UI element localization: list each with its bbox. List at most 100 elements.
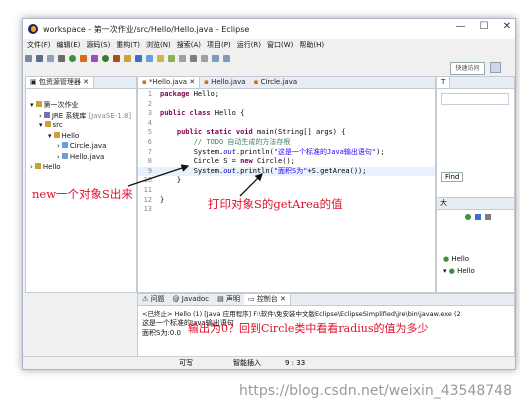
next-annotation-icon[interactable] xyxy=(190,55,197,62)
code-line[interactable]: 8 Circle S = new Circle(); xyxy=(138,157,435,166)
tree-item-2[interactable]: ▾ src xyxy=(39,121,63,129)
status-writable: 可写 xyxy=(179,359,193,367)
code-line[interactable]: 6 // TODO 自动生成的方法存根 xyxy=(138,138,435,147)
tree-item-label: src xyxy=(52,121,63,129)
open-folder-icon[interactable] xyxy=(157,55,164,62)
code-token: Hello { xyxy=(214,109,245,118)
code-line[interactable]: 7 System.out.println("这是一个标准的Java输出语句"); xyxy=(138,148,435,157)
collapsed-arrow-icon[interactable]: › xyxy=(39,112,42,120)
library-icon xyxy=(43,111,50,118)
menu-window[interactable]: 窗口(W) xyxy=(267,40,293,50)
code-line[interactable]: 9 System.out.println("面积S为"+S.getArea())… xyxy=(138,166,435,176)
save-all-icon[interactable] xyxy=(47,55,54,62)
task-filter-input[interactable] xyxy=(441,93,509,105)
collapsed-arrow-icon[interactable]: › xyxy=(30,163,33,171)
line-number: 12 xyxy=(143,195,152,204)
tree-item-label: Circle.java xyxy=(69,142,107,150)
status-cursor-position: 9 : 33 xyxy=(285,359,306,367)
open-type-icon[interactable] xyxy=(146,55,153,62)
back-icon[interactable] xyxy=(212,55,219,62)
collapsed-arrow-icon[interactable]: › xyxy=(57,142,60,150)
menu-refactor[interactable]: 重构(T) xyxy=(116,40,140,50)
tree-item-4[interactable]: › Circle.java xyxy=(57,142,106,150)
code-token: .println( xyxy=(235,166,274,175)
previous-annotation-icon[interactable] xyxy=(201,55,208,62)
find-button[interactable]: Find xyxy=(441,172,464,182)
tab-outline[interactable]: 大 xyxy=(437,197,514,210)
code-line[interactable]: 5 public static void main(String[] args)… xyxy=(138,128,435,137)
tab-javadoc[interactable]: @ Javadoc xyxy=(169,294,214,305)
debug-icon[interactable] xyxy=(69,55,76,62)
run-icon[interactable] xyxy=(102,55,109,62)
code-line[interactable]: 3 public class Hello { xyxy=(138,109,435,118)
code-token: +S.getArea()); xyxy=(307,166,367,175)
minimize-button[interactable]: — xyxy=(456,21,466,32)
tab-problems[interactable]: ⚠ 问题 xyxy=(138,294,169,305)
tab-hello-java[interactable]: ▪ Hello.java xyxy=(200,77,250,88)
close-button[interactable]: ✕ xyxy=(503,21,511,32)
tree-item-6[interactable]: › Hello xyxy=(30,163,61,171)
new-class-icon[interactable] xyxy=(135,55,142,62)
menu-project[interactable]: 项目(P) xyxy=(207,40,231,50)
tree-item-5[interactable]: › Hello.java xyxy=(57,152,104,161)
menu-search[interactable]: 搜索(A) xyxy=(177,40,201,50)
console-tabstrip: ⚠ 问题 @ Javadoc ▤ 声明 ▭ 控制台 ✕ xyxy=(138,294,514,306)
perspective-java-icon[interactable] xyxy=(490,62,501,73)
line-number: 9 xyxy=(147,166,152,175)
code-line[interactable]: 4 xyxy=(138,119,435,128)
tree-item-0[interactable]: ▾ 第一次作业 xyxy=(30,100,79,110)
tab-declaration[interactable]: ▤ 声明 xyxy=(213,294,244,305)
code-line[interactable]: 2 xyxy=(138,100,435,109)
code-token: public static void xyxy=(160,128,257,137)
tree-item-1[interactable]: › JRE 系统库 [JavaSE-1.8] xyxy=(39,111,131,121)
tab-hello-java-dirty[interactable]: ▪ *Hello.java ✕ xyxy=(138,77,201,88)
outline-filter-icon[interactable] xyxy=(475,214,481,220)
coverage-icon[interactable] xyxy=(91,55,98,62)
menu-source[interactable]: 源码(S) xyxy=(86,40,110,50)
menu-edit[interactable]: 编辑(E) xyxy=(57,40,81,50)
menu-navigate[interactable]: 浏览(N) xyxy=(146,40,171,50)
project-icon xyxy=(34,163,41,169)
package-explorer-tabstrip: ▣ 包资源管理器 ✕ xyxy=(26,77,136,89)
code-token: } xyxy=(160,176,182,185)
code-line[interactable]: 10 } xyxy=(138,176,435,185)
new-package-icon[interactable] xyxy=(124,55,131,62)
line-number: 6 xyxy=(147,138,152,146)
package-explorer-tab[interactable]: ▣ 包资源管理器 ✕ xyxy=(26,77,94,88)
search-icon[interactable] xyxy=(168,55,175,62)
code-area[interactable]: 1 package Hello; 2 3 public class Hello {4 5 … xyxy=(138,90,435,292)
tab-task-list[interactable]: T xyxy=(437,77,451,88)
new-file-icon[interactable] xyxy=(25,55,32,62)
outline-item[interactable]: ● Hello xyxy=(443,255,469,263)
tree-item-3[interactable]: ▾ Hello xyxy=(48,131,79,140)
outline-hide-fields-icon[interactable] xyxy=(485,214,491,220)
menu-run[interactable]: 运行(R) xyxy=(237,40,261,50)
expanded-arrow-icon[interactable]: ▾ xyxy=(39,121,43,129)
expanded-arrow-icon[interactable]: ▾ xyxy=(30,101,34,109)
tab-circle-java[interactable]: ▪ Circle.java xyxy=(250,77,302,88)
tab-console[interactable]: ▭ 控制台 ✕ xyxy=(243,294,291,305)
maximize-button[interactable]: ☐ xyxy=(480,21,489,32)
menu-bar: 文件(F) 编辑(E) 源码(S) 重构(T) 浏览(N) 搜索(A) 项目(P… xyxy=(23,39,515,51)
code-line[interactable]: 1 package Hello; xyxy=(138,90,435,99)
java-file-icon xyxy=(61,142,68,148)
code-token: Hello; xyxy=(193,90,220,98)
breakpoint-icon[interactable] xyxy=(80,55,87,62)
quick-access-field[interactable]: 快速访问 xyxy=(450,62,485,75)
print-icon[interactable] xyxy=(58,55,65,62)
code-token: main(String[] args) { xyxy=(256,128,346,137)
code-line[interactable]: 11 xyxy=(138,186,435,195)
outline-item[interactable]: ▾ ● Hello xyxy=(443,267,475,275)
collapsed-arrow-icon[interactable]: › xyxy=(57,153,60,161)
forward-icon[interactable] xyxy=(223,55,230,62)
menu-file[interactable]: 文件(F) xyxy=(27,40,51,50)
pin-editor-icon[interactable] xyxy=(179,55,186,62)
menu-help[interactable]: 帮助(H) xyxy=(299,40,324,50)
save-icon[interactable] xyxy=(36,55,43,62)
code-token: ); xyxy=(376,147,385,156)
code-token: out xyxy=(223,166,236,175)
external-tools-icon[interactable] xyxy=(113,55,120,62)
outline-sort-icon[interactable] xyxy=(465,214,471,220)
expanded-arrow-icon[interactable]: ▾ xyxy=(48,132,52,140)
code-token: .println( xyxy=(235,147,274,156)
